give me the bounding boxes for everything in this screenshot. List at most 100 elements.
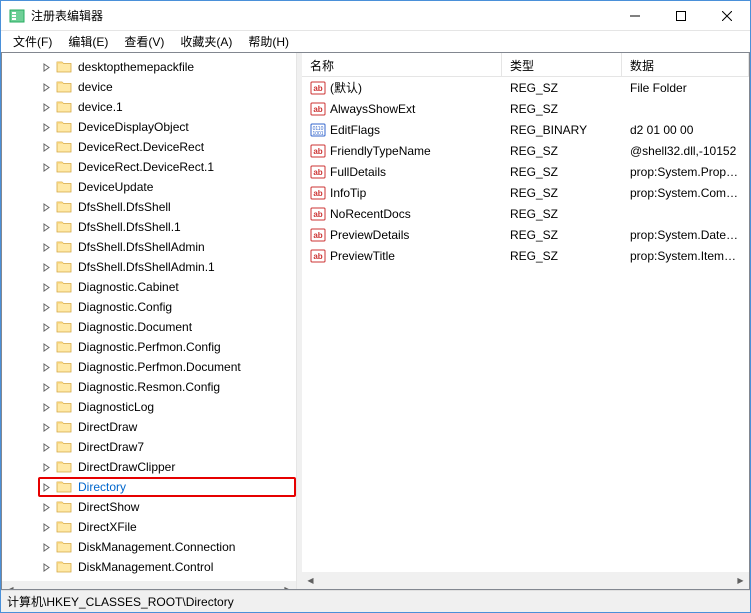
list-row[interactable]: abAlwaysShowExtREG_SZ bbox=[302, 98, 749, 119]
scroll-track[interactable] bbox=[19, 581, 279, 589]
tree-item[interactable]: DfsShell.DfsShell.1 bbox=[2, 217, 296, 237]
list-pane[interactable]: 名称 类型 数据 ab(默认)REG_SZFile FolderabAlways… bbox=[302, 53, 749, 589]
string-value-icon: ab bbox=[310, 101, 326, 117]
scroll-left-icon[interactable]: ◀ bbox=[302, 572, 319, 589]
expand-icon[interactable] bbox=[40, 381, 52, 393]
expand-icon[interactable] bbox=[40, 321, 52, 333]
tree-item[interactable]: Diagnostic.Cabinet bbox=[2, 277, 296, 297]
menu-view[interactable]: 查看(V) bbox=[116, 31, 172, 52]
list-row[interactable]: abPreviewDetailsREG_SZprop:System.DateMo… bbox=[302, 224, 749, 245]
scroll-right-icon[interactable]: ▶ bbox=[732, 572, 749, 589]
tree-item[interactable]: DiskManagement.Connection bbox=[2, 537, 296, 557]
tree-item[interactable]: DirectDraw bbox=[2, 417, 296, 437]
tree-item[interactable]: DirectDrawClipper bbox=[2, 457, 296, 477]
list-row[interactable]: abPreviewTitleREG_SZprop:System.ItemNam bbox=[302, 245, 749, 266]
expand-icon[interactable] bbox=[40, 101, 52, 113]
tree-item[interactable]: DiagnosticLog bbox=[2, 397, 296, 417]
svg-text:1001: 1001 bbox=[312, 131, 323, 137]
close-button[interactable] bbox=[704, 1, 750, 31]
list-hscroll[interactable]: ◀ ▶ bbox=[302, 572, 749, 589]
expand-icon[interactable] bbox=[40, 241, 52, 253]
list-row[interactable]: abNoRecentDocsREG_SZ bbox=[302, 203, 749, 224]
scroll-left-icon[interactable]: ◀ bbox=[2, 581, 19, 589]
expand-icon[interactable] bbox=[40, 521, 52, 533]
menu-help[interactable]: 帮助(H) bbox=[240, 31, 297, 52]
expand-icon[interactable] bbox=[40, 201, 52, 213]
menu-edit[interactable]: 编辑(E) bbox=[60, 31, 116, 52]
tree-hscroll[interactable]: ◀ ▶ bbox=[2, 581, 296, 589]
expand-icon[interactable] bbox=[40, 161, 52, 173]
tree-item[interactable]: DfsShell.DfsShell bbox=[2, 197, 296, 217]
scroll-track[interactable] bbox=[319, 572, 732, 589]
expand-icon[interactable] bbox=[40, 81, 52, 93]
expand-icon[interactable] bbox=[40, 461, 52, 473]
minimize-button[interactable] bbox=[612, 1, 658, 31]
expand-icon[interactable] bbox=[40, 401, 52, 413]
folder-icon bbox=[56, 479, 72, 495]
tree-item[interactable]: DeviceDisplayObject bbox=[2, 117, 296, 137]
expand-icon[interactable] bbox=[40, 121, 52, 133]
expand-icon[interactable] bbox=[40, 61, 52, 73]
list-row[interactable]: abInfoTipREG_SZprop:System.Comment bbox=[302, 182, 749, 203]
expand-icon[interactable] bbox=[40, 141, 52, 153]
tree-item[interactable]: Diagnostic.Config bbox=[2, 297, 296, 317]
list-row[interactable]: abFullDetailsREG_SZprop:System.PropGrou bbox=[302, 161, 749, 182]
expand-icon[interactable] bbox=[40, 261, 52, 273]
tree-item[interactable]: DfsShell.DfsShellAdmin bbox=[2, 237, 296, 257]
expand-icon[interactable] bbox=[40, 481, 52, 493]
expand-icon[interactable] bbox=[40, 441, 52, 453]
list-row[interactable]: ab(默认)REG_SZFile Folder bbox=[302, 77, 749, 98]
statusbar: 计算机\HKEY_CLASSES_ROOT\Directory bbox=[1, 590, 750, 612]
tree-item[interactable]: DeviceRect.DeviceRect.1 bbox=[2, 157, 296, 177]
expand-icon[interactable] bbox=[40, 221, 52, 233]
col-header-name[interactable]: 名称 bbox=[302, 53, 502, 76]
string-value-icon: ab bbox=[310, 206, 326, 222]
tree-pane[interactable]: desktopthemepackfiledevicedevice.1Device… bbox=[2, 53, 297, 589]
tree-item[interactable]: Diagnostic.Document bbox=[2, 317, 296, 337]
expand-icon[interactable] bbox=[40, 361, 52, 373]
tree-item-label: DeviceRect.DeviceRect.1 bbox=[76, 159, 216, 175]
tree-item[interactable]: DirectDraw7 bbox=[2, 437, 296, 457]
expand-icon[interactable] bbox=[40, 561, 52, 573]
expand-icon[interactable] bbox=[40, 421, 52, 433]
tree-item[interactable]: DeviceUpdate bbox=[2, 177, 296, 197]
expand-icon[interactable] bbox=[40, 541, 52, 553]
tree-item[interactable]: device bbox=[2, 77, 296, 97]
col-header-data[interactable]: 数据 bbox=[622, 53, 749, 76]
expand-icon[interactable] bbox=[40, 301, 52, 313]
binary-value-icon: 01101001 bbox=[310, 122, 326, 138]
value-list: 名称 类型 数据 ab(默认)REG_SZFile FolderabAlways… bbox=[302, 53, 749, 266]
menu-favorites[interactable]: 收藏夹(A) bbox=[172, 31, 240, 52]
tree-item-label: Diagnostic.Cabinet bbox=[76, 279, 181, 295]
tree-item-label: DfsShell.DfsShell.1 bbox=[76, 219, 183, 235]
list-row[interactable]: 01101001EditFlagsREG_BINARYd2 01 00 00 bbox=[302, 119, 749, 140]
tree-item[interactable]: Directory bbox=[38, 477, 296, 497]
tree-item[interactable]: DfsShell.DfsShellAdmin.1 bbox=[2, 257, 296, 277]
scroll-right-icon[interactable]: ▶ bbox=[279, 581, 296, 589]
folder-icon bbox=[56, 359, 72, 375]
tree-item[interactable]: DeviceRect.DeviceRect bbox=[2, 137, 296, 157]
tree-item-label: desktopthemepackfile bbox=[76, 59, 196, 75]
tree-item[interactable]: DirectShow bbox=[2, 497, 296, 517]
tree-item[interactable]: DirectXFile bbox=[2, 517, 296, 537]
tree-item[interactable]: device.1 bbox=[2, 97, 296, 117]
tree-item[interactable]: Diagnostic.Perfmon.Document bbox=[2, 357, 296, 377]
tree-item-label: Diagnostic.Document bbox=[76, 319, 194, 335]
tree-item[interactable]: Diagnostic.Perfmon.Config bbox=[2, 337, 296, 357]
expand-icon[interactable] bbox=[40, 501, 52, 513]
tree-item-label: DirectXFile bbox=[76, 519, 139, 535]
tree-item[interactable]: desktopthemepackfile bbox=[2, 57, 296, 77]
tree-item[interactable]: Diagnostic.Resmon.Config bbox=[2, 377, 296, 397]
maximize-button[interactable] bbox=[658, 1, 704, 31]
expand-icon[interactable] bbox=[40, 281, 52, 293]
status-path: 计算机\HKEY_CLASSES_ROOT\Directory bbox=[7, 593, 234, 610]
tree-item[interactable]: DiskManagement.Control bbox=[2, 557, 296, 577]
menu-file[interactable]: 文件(F) bbox=[5, 31, 60, 52]
list-row[interactable]: abFriendlyTypeNameREG_SZ@shell32.dll,-10… bbox=[302, 140, 749, 161]
tree-item-label: DirectShow bbox=[76, 499, 141, 515]
expand-icon[interactable] bbox=[40, 341, 52, 353]
svg-text:ab: ab bbox=[313, 147, 322, 156]
svg-text:ab: ab bbox=[313, 105, 322, 114]
tree-item-label: DfsShell.DfsShellAdmin bbox=[76, 239, 207, 255]
col-header-type[interactable]: 类型 bbox=[502, 53, 622, 76]
